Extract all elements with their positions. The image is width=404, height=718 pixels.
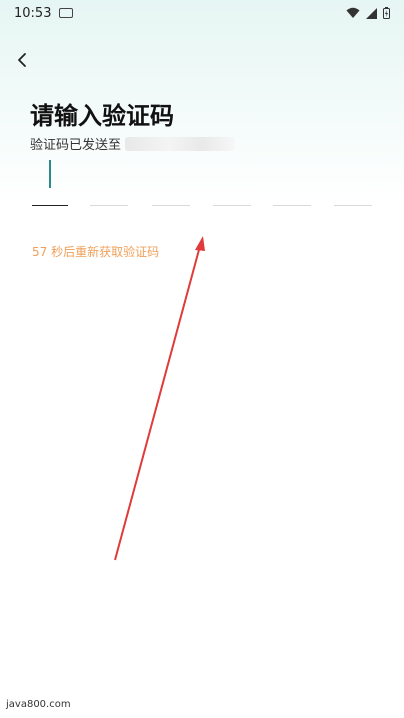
watermark: java800.com	[6, 699, 71, 710]
code-underline	[273, 205, 311, 206]
code-underline	[90, 205, 128, 206]
code-digit-1[interactable]	[32, 154, 68, 206]
code-underline	[334, 205, 372, 206]
code-digit-4[interactable]	[213, 154, 251, 206]
wifi-icon	[346, 7, 360, 18]
signal-icon	[366, 7, 377, 19]
code-digit-5[interactable]	[273, 154, 311, 206]
page-title: 请输入验证码	[30, 102, 174, 130]
keyboard-icon	[59, 8, 74, 18]
status-left: 10:53	[14, 5, 74, 21]
code-underline	[152, 205, 190, 206]
code-digit-6[interactable]	[334, 154, 372, 206]
code-underline	[32, 205, 68, 206]
subtitle-text: 验证码已发送至	[30, 138, 122, 153]
back-button[interactable]	[8, 46, 36, 74]
code-input-group	[32, 154, 372, 208]
code-digit-3[interactable]	[152, 154, 190, 206]
status-right	[346, 7, 390, 19]
resend-countdown[interactable]: 57 秒后重新获取验证码	[32, 243, 159, 260]
text-cursor	[49, 160, 51, 188]
chevron-left-icon	[18, 53, 26, 67]
status-bar: 10:53	[0, 0, 404, 26]
code-digit-2[interactable]	[90, 154, 128, 206]
page-subtitle: 验证码已发送至	[30, 134, 236, 153]
status-time: 10:53	[14, 5, 52, 21]
battery-icon	[383, 7, 390, 19]
code-underline	[213, 205, 251, 206]
masked-phone-number	[125, 136, 236, 151]
